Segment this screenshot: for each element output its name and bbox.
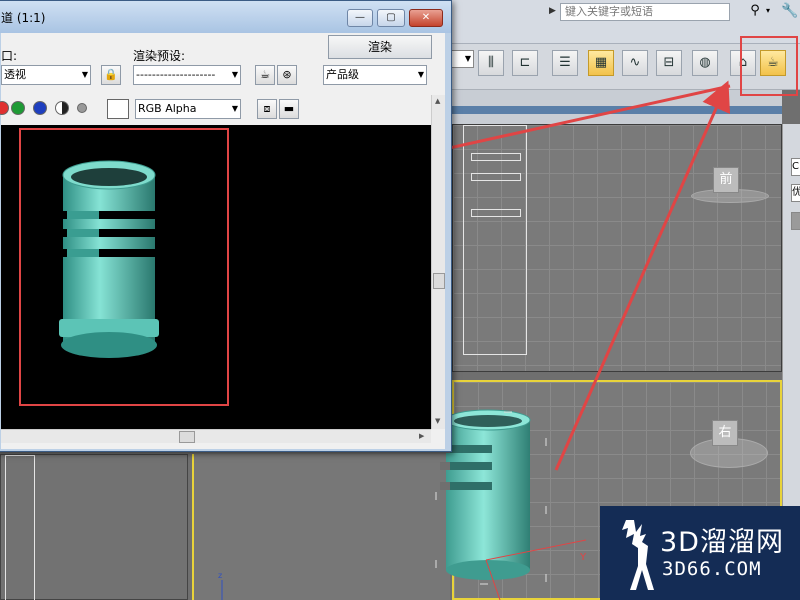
viewport-select-value: 透视 xyxy=(4,68,26,81)
render-mode-value: 产品级 xyxy=(326,68,359,81)
red-channel-toggle[interactable] xyxy=(0,101,9,115)
minimize-button[interactable]: — xyxy=(347,9,373,27)
toggle-ui-overlay-icon[interactable]: ⧈ xyxy=(257,99,277,119)
render-preset-value: -------------------- xyxy=(136,68,216,81)
render-highlight-box xyxy=(19,128,229,406)
window-title-bar[interactable]: 道 (1:1) — ▢ ✕ xyxy=(0,1,451,33)
chevron-down-icon: ▼ xyxy=(231,104,238,113)
render-preset-label: 渲染预设: xyxy=(133,49,186,63)
teapot-render-icon[interactable]: ☕ xyxy=(255,65,275,85)
watermark-title: 3D溜溜网 xyxy=(660,527,784,558)
color-swatch[interactable] xyxy=(107,99,129,119)
deer-logo-icon xyxy=(622,520,654,590)
vertical-scroll-thumb[interactable] xyxy=(433,273,445,289)
svg-text:Y: Y xyxy=(579,552,587,563)
render-mode-select[interactable]: 产品级 ▼ xyxy=(323,65,427,85)
viewport-select[interactable]: 透视 ▼ xyxy=(1,65,91,85)
green-channel-toggle[interactable] xyxy=(11,101,25,115)
blue-channel-toggle[interactable] xyxy=(33,101,47,115)
scroll-down-icon[interactable]: ▼ xyxy=(435,417,440,425)
display-window-icon[interactable]: ▬ xyxy=(279,99,299,119)
teapot-button-highlight-box xyxy=(740,36,798,96)
viewport-pencil-holder[interactable] xyxy=(435,409,547,585)
close-button[interactable]: ✕ xyxy=(409,9,443,27)
watermark: 3D溜溜网 3D66.COM xyxy=(600,506,800,600)
render-preset-select[interactable]: -------------------- ▼ xyxy=(133,65,241,85)
maximize-button[interactable]: ▢ xyxy=(377,9,405,27)
render-button[interactable]: 渲染 xyxy=(328,35,432,59)
horizontal-scroll-thumb[interactable] xyxy=(179,431,195,443)
scroll-up-icon[interactable]: ▲ xyxy=(435,97,440,105)
window-title: 道 (1:1) xyxy=(1,11,46,25)
viewport-label: 口: xyxy=(1,49,18,63)
chevron-down-icon: ▼ xyxy=(81,70,88,79)
chevron-down-icon: ▼ xyxy=(417,70,424,79)
environment-icon[interactable]: ⊛ xyxy=(277,65,297,85)
channel-select-value: RGB Alpha xyxy=(138,102,197,115)
svg-text:z: z xyxy=(218,571,222,580)
horizontal-scrollbar[interactable]: ▶ xyxy=(1,429,431,443)
vertical-scrollbar[interactable]: ▲ ▼ xyxy=(431,95,445,429)
lock-icon[interactable]: 🔒 xyxy=(101,65,121,85)
channel-select[interactable]: RGB Alpha ▼ xyxy=(135,99,241,119)
watermark-subtitle: 3D66.COM xyxy=(662,558,762,580)
transform-gizmo[interactable]: Y z xyxy=(218,539,587,600)
scroll-right-icon[interactable]: ▶ xyxy=(419,432,424,440)
chevron-down-icon: ▼ xyxy=(231,70,238,79)
alpha-channel-toggle[interactable] xyxy=(55,101,69,115)
monochrome-toggle[interactable] xyxy=(77,103,87,113)
